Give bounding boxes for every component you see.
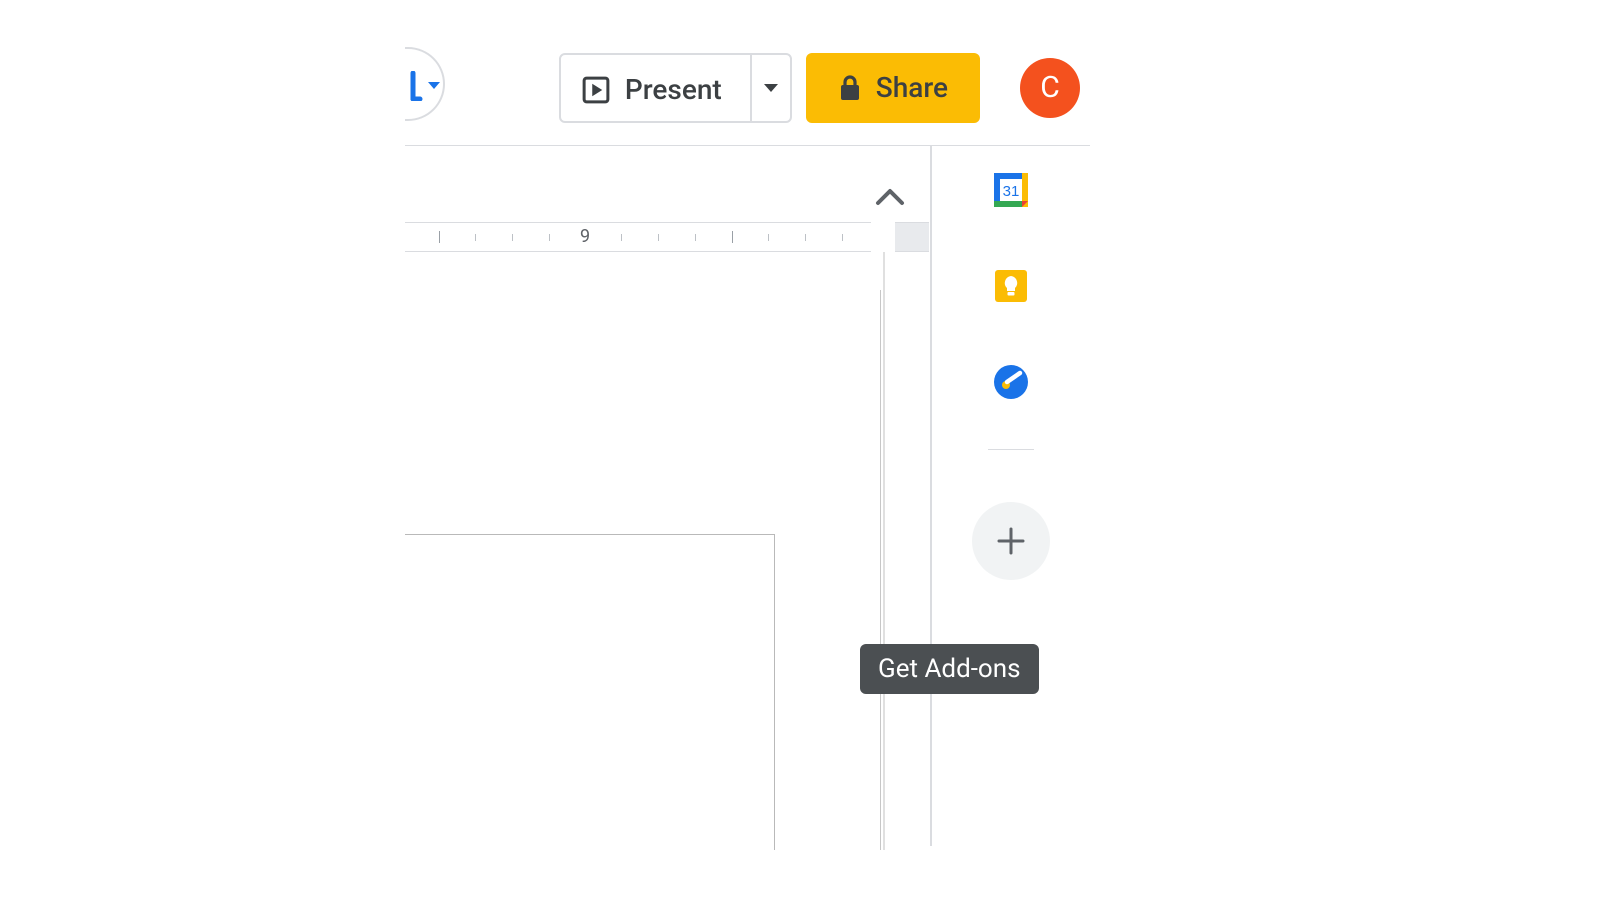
keep-icon [992,267,1030,305]
tasks-icon [992,363,1030,401]
calendar-icon: 31 [992,171,1030,209]
present-dropdown[interactable] [750,55,790,121]
addons-tooltip: Get Add-ons [860,644,1039,694]
present-icon [581,75,611,105]
editor-canvas: 9 [405,146,929,846]
present-label: Present [625,73,722,106]
share-label: Share [876,71,948,104]
share-button[interactable]: Share [806,53,980,123]
sidepanel-divider [988,449,1034,450]
lock-icon [838,74,862,102]
avatar-letter: C [1040,70,1060,105]
present-button[interactable]: Present [561,55,750,123]
present-split-button: Present [559,53,792,123]
side-panel: 31 [932,146,1090,846]
top-toolbar: Present Share C [50,30,1450,145]
svg-text:31: 31 [1003,183,1020,200]
slide-placeholder[interactable] [405,534,775,850]
account-avatar[interactable]: C [1020,58,1080,118]
chevron-up-icon [875,187,905,207]
tasks-app[interactable] [992,363,1030,401]
ruler-end [895,222,929,252]
plus-icon [994,524,1028,558]
caret-down-icon [763,83,779,93]
caret-down-icon [427,81,441,91]
get-addons-button[interactable] [972,502,1050,580]
collapse-panel-button[interactable] [865,172,915,222]
explore-pill-partial[interactable] [405,47,445,121]
vertical-scrollbar[interactable] [883,252,885,850]
horizontal-ruler[interactable]: 9 [405,222,871,252]
ruler-number: 9 [580,226,590,247]
calendar-app[interactable]: 31 [992,171,1030,209]
keep-app[interactable] [992,267,1030,305]
